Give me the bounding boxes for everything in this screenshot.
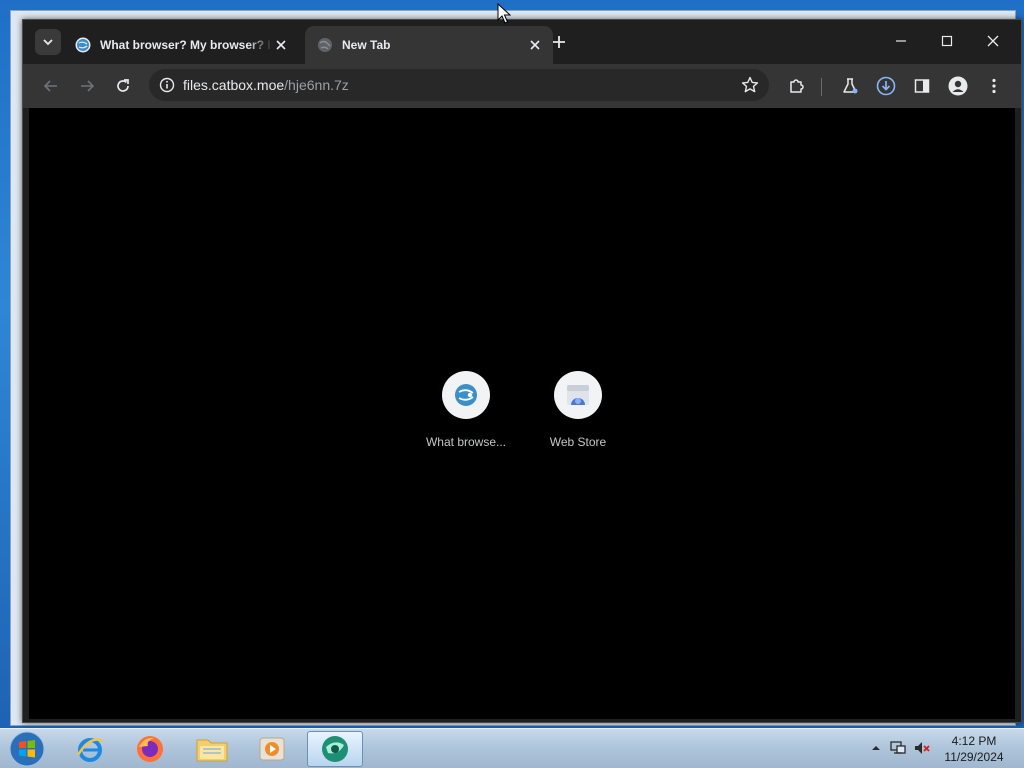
file-explorer-icon <box>196 739 228 762</box>
windows-start-icon <box>9 731 45 767</box>
volume-muted-icon <box>915 742 930 754</box>
plus-icon <box>553 36 565 48</box>
internet-explorer-icon <box>76 738 104 762</box>
download-icon <box>876 76 896 96</box>
kebab-menu-icon <box>992 78 996 94</box>
close-window-button[interactable] <box>978 28 1008 54</box>
taskbar: 4:12 PM 11/29/2024 <box>0 728 1024 768</box>
whatbrowser-globe-icon <box>455 384 477 406</box>
network-icon <box>890 741 906 754</box>
taskbar-file-explorer[interactable] <box>184 731 240 767</box>
maximize-button[interactable] <box>932 28 962 54</box>
shortcut-web-store[interactable]: Web Store <box>522 371 634 449</box>
reload-icon <box>117 79 129 92</box>
tab-title: New Tab <box>342 38 391 52</box>
start-button[interactable] <box>7 730 47 768</box>
url-host: files.catbox.moe <box>183 77 285 93</box>
back-button[interactable] <box>37 72 65 100</box>
reload-button[interactable] <box>109 72 137 100</box>
clock-time: 4:12 PM <box>951 734 997 748</box>
tab-what-browser[interactable]: What browser? My browser? Is <box>63 26 299 64</box>
url-text: files.catbox.moe/hje6nn.7z <box>183 77 349 93</box>
bookmark-star-icon[interactable] <box>741 76 759 94</box>
browser-app-icon <box>322 736 348 762</box>
shortcut-tile[interactable] <box>554 371 602 419</box>
chevron-down-icon <box>43 39 53 46</box>
taskbar-firefox[interactable] <box>122 731 178 767</box>
tab-strip: What browser? My browser? Is New Tab <box>23 20 1021 64</box>
flask-icon <box>843 78 858 94</box>
avatar-icon <box>948 76 968 96</box>
tab-search-button[interactable] <box>35 29 61 55</box>
menu-button[interactable] <box>980 72 1008 100</box>
forward-button[interactable] <box>73 72 101 100</box>
shortcut-label: Web Store <box>549 435 607 449</box>
tab-new-tab[interactable]: New Tab <box>305 26 553 64</box>
media-player-icon <box>259 737 285 761</box>
profile-button[interactable] <box>944 72 972 100</box>
taskbar-media-player[interactable] <box>244 731 300 767</box>
info-icon <box>159 77 175 93</box>
system-clock[interactable]: 4:12 PM 11/29/2024 <box>936 733 1012 765</box>
address-bar[interactable]: files.catbox.moe/hje6nn.7z <box>149 69 769 101</box>
arrow-left-icon <box>43 80 57 92</box>
shortcut-tile[interactable] <box>442 371 490 419</box>
browser-window: What browser? My browser? Is New Tab fil… <box>22 19 1022 723</box>
close-icon <box>987 35 999 47</box>
new-tab-page: What browse... Web Store <box>29 108 1015 719</box>
site-info-button[interactable] <box>151 69 183 101</box>
labs-button[interactable] <box>836 72 864 100</box>
side-panel-icon <box>914 79 930 93</box>
shortcut-label: What browse... <box>425 435 507 449</box>
minimize-button[interactable] <box>886 28 916 54</box>
maximize-icon <box>941 35 953 47</box>
close-icon[interactable] <box>527 37 543 53</box>
clock-date: 11/29/2024 <box>944 750 1004 764</box>
whatbrowser-globe-icon <box>75 37 91 53</box>
toolbar-separator <box>821 78 822 96</box>
new-tab-button[interactable] <box>549 32 569 52</box>
mouse-cursor-icon <box>497 3 511 24</box>
chevron-up-icon <box>872 746 880 750</box>
downloads-button[interactable] <box>872 72 900 100</box>
webstore-icon <box>567 385 589 405</box>
volume-tray-icon-button[interactable] <box>913 739 931 757</box>
tab-title: What browser? My browser? Is <box>100 38 273 52</box>
toolbar: files.catbox.moe/hje6nn.7z <box>23 64 1021 108</box>
arrow-right-icon <box>81 80 95 92</box>
puzzle-icon <box>790 79 804 93</box>
globe-icon <box>318 38 332 52</box>
shortcut-what-browser[interactable]: What browse... <box>410 371 522 449</box>
show-hidden-icons-button[interactable] <box>867 739 885 757</box>
network-tray-icon-button[interactable] <box>889 739 907 757</box>
url-path: /hje6nn.7z <box>284 77 349 93</box>
firefox-icon <box>137 736 163 762</box>
minimize-icon <box>896 40 906 42</box>
side-panel-button[interactable] <box>908 72 936 100</box>
extensions-button[interactable] <box>783 72 811 100</box>
taskbar-browser[interactable] <box>307 731 363 767</box>
taskbar-internet-explorer[interactable] <box>62 731 118 767</box>
close-icon[interactable] <box>273 37 289 53</box>
